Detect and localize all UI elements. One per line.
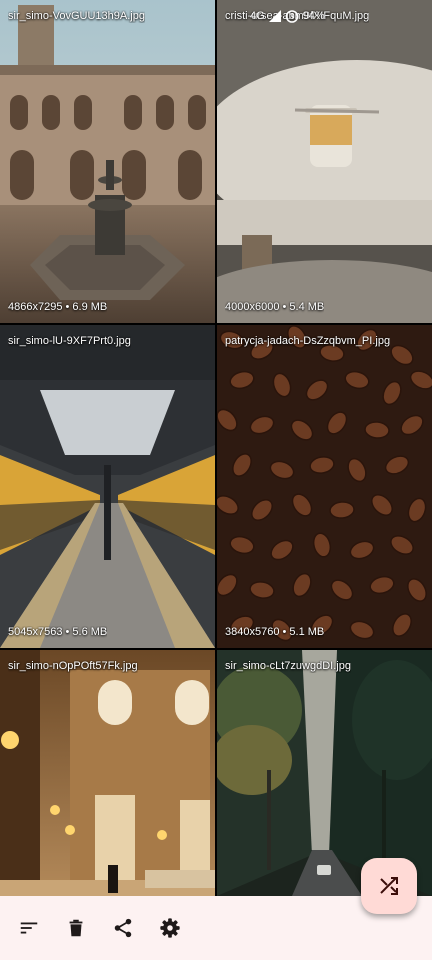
settings-icon (160, 918, 180, 938)
photo-filename: sir_simo-lU-9XF7Prt0.jpg (8, 335, 131, 347)
photo-thumbnail (217, 0, 432, 323)
photo-tile[interactable]: sir_simo-VovGUU13h9A.jpg 4866x7295 • 6.9… (0, 0, 215, 323)
photo-thumbnail (217, 325, 432, 648)
photo-filename: patrycja-jadach-DsZzqbvm_PI.jpg (225, 335, 391, 347)
photo-grid: sir_simo-VovGUU13h9A.jpg 4866x7295 • 6.9… (0, 0, 432, 896)
settings-button[interactable] (155, 913, 185, 943)
photo-filename: sir_simo-nOpPOft57Fk.jpg (8, 660, 138, 672)
photo-thumbnail (0, 0, 215, 323)
sort-icon (20, 922, 38, 934)
photo-tile[interactable]: patrycja-jadach-DsZzqbvm_PI.jpg 3840x576… (217, 325, 432, 648)
photo-tile[interactable]: sir_simo-lU-9XF7Prt0.jpg 5045x7563 • 5.6… (0, 325, 215, 648)
photo-filename: sir_simo-cLt7zuwgdDI.jpg (225, 660, 351, 672)
network-type: 4G (250, 10, 265, 22)
delete-button[interactable] (61, 913, 91, 943)
shuffle-button[interactable] (361, 858, 417, 914)
photo-tile[interactable]: cristi-ursea-abm9fXIFquM.jpg 4000x6000 •… (217, 0, 432, 323)
photo-meta: 4000x6000 • 5.4 MB (225, 301, 325, 313)
photo-meta: 4866x7295 • 6.9 MB (8, 301, 108, 313)
shuffle-icon (380, 877, 398, 895)
signal-icon (268, 10, 281, 22)
status-bar: 4G 94% (250, 9, 325, 23)
photo-tile[interactable]: sir_simo-nOpPOft57Fk.jpg (0, 650, 215, 896)
delete-icon (69, 919, 83, 937)
photo-thumbnail (0, 325, 215, 648)
photo-thumbnail (0, 650, 215, 896)
photo-meta: 5045x7563 • 5.6 MB (8, 626, 108, 638)
battery-level: 94% (302, 10, 325, 22)
alarm-icon (285, 10, 298, 23)
share-button[interactable] (108, 913, 138, 943)
share-icon (114, 918, 132, 938)
photo-meta: 3840x5760 • 5.1 MB (225, 626, 325, 638)
sort-button[interactable] (14, 913, 44, 943)
photo-filename: sir_simo-VovGUU13h9A.jpg (8, 10, 145, 22)
